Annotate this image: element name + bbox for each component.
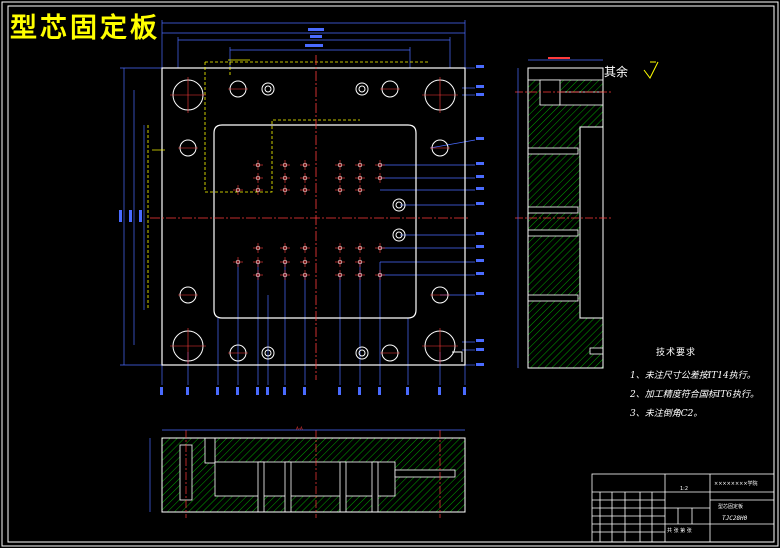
surface-finish-note: 其余 [604, 65, 629, 79]
title-block-school: ××××××××学院 [714, 481, 758, 487]
plan-view [119, 20, 484, 395]
technical-requirement-item: 3、未注倒角C2。 [630, 409, 703, 419]
guide-pin-holes [172, 79, 456, 362]
surface-finish-symbol [643, 61, 659, 79]
title-block-drawing-code: TJC28H0 [722, 515, 748, 522]
technical-requirements-heading: 技术要求 [656, 348, 697, 358]
title-block-sheet: 共 张 第 张 [667, 528, 692, 534]
technical-requirement-item: 1、未注尺寸公差按IT14执行。 [630, 371, 756, 381]
section-label: A-A [296, 426, 303, 431]
technical-requirement-item: 2、加工精度符合国标IT6执行。 [630, 390, 760, 400]
bottom-section-view [149, 429, 466, 518]
plate-outline [161, 67, 466, 366]
drawing-sheet: 型芯固定板 其余 A-A 技术要求 1、未注尺寸公差按IT14执行。 2、加工精… [0, 0, 780, 548]
drawing-title: 型芯固定板 [10, 13, 160, 44]
core-pocket [213, 124, 417, 319]
core-insert-holes [233, 160, 385, 280]
side-section-view [515, 57, 659, 369]
title-block-part-name: 型芯固定板 [718, 504, 744, 510]
cad-drawing-canvas [1, 1, 779, 547]
title-block-scale: 1:2 [680, 486, 689, 492]
